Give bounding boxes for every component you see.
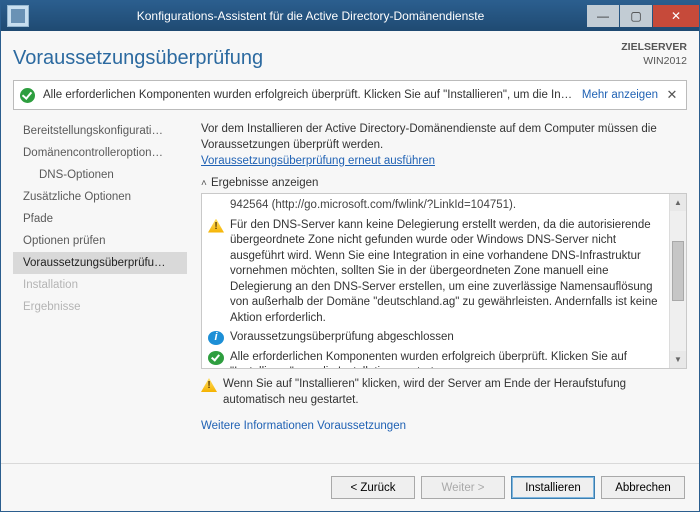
result-row: Alle erforderlichen Komponenten wurden e… (206, 348, 665, 368)
step-deployment-config[interactable]: Bereitstellungskonfigurati… (13, 120, 187, 142)
more-info-link[interactable]: Weitere Informationen Voraussetzungen (201, 420, 687, 432)
window-buttons: — ▢ ✕ (586, 5, 699, 27)
titlebar: Konfigurations-Assistent für die Active … (1, 1, 699, 31)
intro-text: Vor dem Installieren der Active Director… (201, 122, 687, 153)
scroll-down-icon[interactable]: ▼ (670, 351, 686, 368)
result-row: Voraussetzungsüberprüfung abgeschlossen (206, 328, 665, 348)
status-banner: Alle erforderlichen Komponenten wurden e… (13, 80, 687, 110)
step-results: Ergebnisse (13, 296, 187, 318)
banner-more-link[interactable]: Mehr anzeigen (582, 89, 658, 101)
button-bar: < Zurück Weiter > Installieren Abbrechen (1, 463, 699, 511)
result-row: 942564 (http://go.microsoft.com/fwlink/?… (206, 196, 665, 216)
header-row: Voraussetzungsüberprüfung ZIELSERVER WIN… (13, 41, 687, 70)
results-header[interactable]: ˄ Ergebnisse anzeigen (201, 177, 687, 189)
step-dns-options[interactable]: DNS-Optionen (13, 164, 187, 186)
step-dc-options[interactable]: Domänencontrolleroption… (13, 142, 187, 164)
scroll-up-icon[interactable]: ▲ (670, 194, 686, 211)
result-text: Alle erforderlichen Komponenten wurden e… (230, 350, 663, 368)
results-header-label: Ergebnisse anzeigen (211, 177, 318, 189)
scroll-track[interactable] (670, 211, 686, 351)
rerun-link[interactable]: Voraussetzungsüberprüfung erneut ausführ… (201, 155, 435, 167)
close-button[interactable]: ✕ (653, 5, 699, 27)
target-value: WIN2012 (621, 55, 687, 69)
content-pane: Vor dem Installieren der Active Director… (187, 118, 687, 457)
success-icon (20, 88, 35, 103)
scroll-thumb[interactable] (672, 241, 684, 301)
wizard-window: Konfigurations-Assistent für die Active … (0, 0, 700, 512)
install-button[interactable]: Installieren (511, 476, 595, 499)
window-title: Konfigurations-Assistent für die Active … (35, 9, 586, 23)
step-prerequisites[interactable]: Voraussetzungsüberprüfu… (13, 252, 187, 274)
next-button: Weiter > (421, 476, 505, 499)
step-installation: Installation (13, 274, 187, 296)
success-icon (208, 351, 224, 365)
target-server-block: ZIELSERVER WIN2012 (621, 41, 687, 68)
cancel-button[interactable]: Abbrechen (601, 476, 685, 499)
step-additional-options[interactable]: Zusätzliche Optionen (13, 186, 187, 208)
warning-icon (208, 219, 224, 233)
footnote-text: Wenn Sie auf "Installieren" klicken, wir… (223, 377, 687, 408)
result-text: Voraussetzungsüberprüfung abgeschlossen (230, 330, 663, 346)
result-text: 942564 (http://go.microsoft.com/fwlink/?… (230, 198, 663, 214)
info-icon (208, 331, 224, 345)
chevron-up-icon: ˄ (201, 178, 211, 189)
app-icon (7, 5, 29, 27)
step-paths[interactable]: Pfade (13, 208, 187, 230)
restart-footnote: Wenn Sie auf "Installieren" klicken, wir… (201, 377, 687, 408)
sidebar: Bereitstellungskonfigurati… Domänencontr… (13, 118, 187, 457)
results-list: 942564 (http://go.microsoft.com/fwlink/?… (202, 194, 669, 368)
maximize-button[interactable]: ▢ (620, 5, 652, 27)
target-label: ZIELSERVER (621, 41, 687, 55)
results-box: 942564 (http://go.microsoft.com/fwlink/?… (201, 193, 687, 369)
minimize-button[interactable]: — (587, 5, 619, 27)
warning-icon (201, 378, 217, 392)
page-title: Voraussetzungsüberprüfung (13, 41, 621, 70)
wizard-body: Voraussetzungsüberprüfung ZIELSERVER WIN… (1, 31, 699, 463)
banner-close-icon[interactable]: ✕ (664, 87, 680, 103)
back-button[interactable]: < Zurück (331, 476, 415, 499)
result-text: Für den DNS-Server kann keine Delegierun… (230, 218, 663, 327)
scrollbar[interactable]: ▲ ▼ (669, 194, 686, 368)
banner-message: Alle erforderlichen Komponenten wurden e… (43, 89, 576, 101)
result-row: Für den DNS-Server kann keine Delegierun… (206, 216, 665, 329)
step-review-options[interactable]: Optionen prüfen (13, 230, 187, 252)
main-area: Bereitstellungskonfigurati… Domänencontr… (13, 118, 687, 457)
